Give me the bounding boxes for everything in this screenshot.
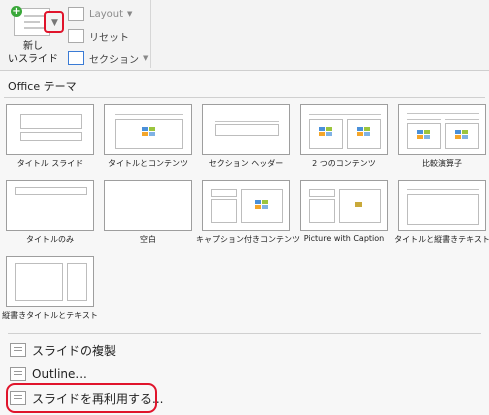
section-button[interactable]: セクション ▼ bbox=[68, 49, 148, 67]
layout-label: 比較演算子 bbox=[422, 159, 462, 168]
chevron-down-icon: ▼ bbox=[127, 10, 133, 18]
outline-item[interactable]: Outline... bbox=[10, 364, 87, 384]
reset-button[interactable]: リセット bbox=[68, 27, 129, 45]
ribbon-divider bbox=[150, 0, 151, 68]
duplicate-slide-item[interactable]: スライドの複製 bbox=[10, 340, 116, 360]
new-slide-label[interactable]: 新し いスライド bbox=[8, 40, 58, 66]
layout-thumbnail-title-vertical-text[interactable] bbox=[398, 180, 486, 231]
layout-label: 縦書きタイトルとテキスト bbox=[2, 311, 98, 320]
layout-thumbnail-two-content[interactable] bbox=[300, 104, 388, 155]
layout-label: セクション ヘッダー bbox=[208, 159, 284, 168]
layout-thumbnail-comparison[interactable] bbox=[398, 104, 486, 155]
layout-label: キャプション付きコンテンツ bbox=[196, 235, 300, 244]
layout-thumbnail-content-caption[interactable] bbox=[202, 180, 290, 231]
outline-icon bbox=[10, 367, 26, 381]
layout-button[interactable]: Layout ▼ bbox=[68, 5, 132, 23]
layout-thumbnail-vertical-title-text[interactable] bbox=[6, 256, 94, 307]
section-icon bbox=[68, 51, 84, 65]
chevron-down-icon: ▼ bbox=[51, 18, 58, 28]
layout-thumbnail-section-header[interactable] bbox=[202, 104, 290, 155]
layout-label: Picture with Caption bbox=[303, 234, 385, 243]
ribbon: + ▼ 新し いスライド Layout ▼ リセット セクション ▼ bbox=[0, 0, 489, 68]
chevron-down-icon: ▼ bbox=[143, 54, 149, 62]
layout-icon bbox=[68, 7, 84, 21]
layout-label: 空白 bbox=[140, 235, 156, 244]
new-slide-gallery: Office テーマ タイトル スライド タイトルとコンテンツ セクション ヘッ… bbox=[0, 70, 489, 415]
duplicate-slide-icon bbox=[10, 343, 26, 357]
layout-label: 2 つのコンテンツ bbox=[312, 159, 376, 168]
theme-header: Office テーマ bbox=[8, 80, 77, 93]
new-slide-dropdown-button[interactable]: ▼ bbox=[44, 11, 64, 33]
layout-thumbnail-title-slide[interactable] bbox=[6, 104, 94, 155]
layout-label: タイトルのみ bbox=[26, 235, 74, 244]
layout-label: タイトルとコンテンツ bbox=[108, 159, 188, 168]
layout-label: タイトル スライド bbox=[16, 159, 84, 168]
layout-thumbnail-title-content[interactable] bbox=[104, 104, 192, 155]
add-plus-icon: + bbox=[11, 6, 22, 17]
layout-thumbnail-blank[interactable] bbox=[104, 180, 192, 231]
layout-thumbnail-title-only[interactable] bbox=[6, 180, 94, 231]
highlight-ring bbox=[6, 383, 157, 413]
layout-thumbnail-picture-caption[interactable] bbox=[300, 180, 388, 231]
layout-label: タイトルと縦書きテキスト bbox=[394, 235, 489, 244]
reset-icon bbox=[68, 29, 84, 43]
